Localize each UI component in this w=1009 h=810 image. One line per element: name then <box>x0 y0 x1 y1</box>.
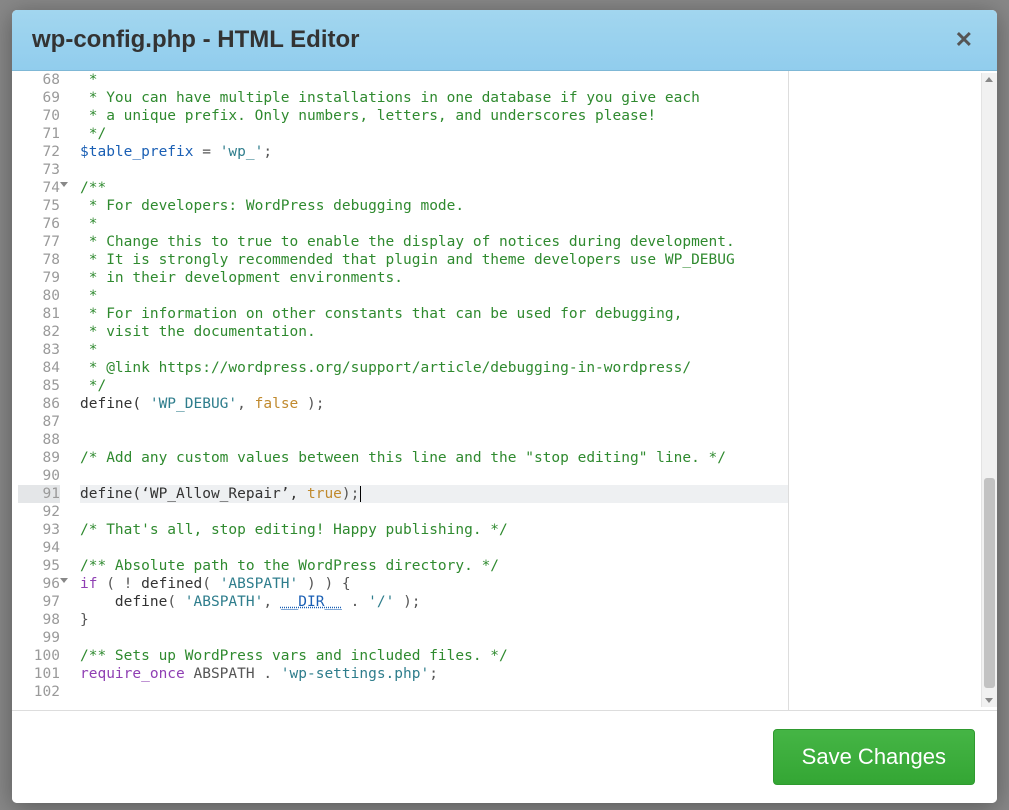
line-number: 72 <box>18 143 60 161</box>
line-number: 68 <box>18 71 60 89</box>
code-line[interactable]: * <box>80 71 788 89</box>
scroll-up-icon[interactable] <box>985 77 993 82</box>
editor-body: 6869707172737475767778798081828384858687… <box>12 71 997 710</box>
line-number: 97 <box>18 593 60 611</box>
line-number: 99 <box>18 629 60 647</box>
line-number: 85 <box>18 377 60 395</box>
code-line[interactable] <box>80 413 788 431</box>
code-line[interactable] <box>80 503 788 521</box>
code-line[interactable]: * <box>80 341 788 359</box>
code-line[interactable]: * It is strongly recommended that plugin… <box>80 251 788 269</box>
line-number: 94 <box>18 539 60 557</box>
close-icon[interactable]: ✕ <box>951 29 977 51</box>
line-number: 100 <box>18 647 60 665</box>
code-line[interactable] <box>80 161 788 179</box>
code-line[interactable]: * visit the documentation. <box>80 323 788 341</box>
line-number: 92 <box>18 503 60 521</box>
line-number: 90 <box>18 467 60 485</box>
line-number: 91 <box>18 485 60 503</box>
text-cursor <box>360 486 361 502</box>
window-title: wp-config.php - HTML Editor <box>32 26 360 54</box>
line-number: 79 <box>18 269 60 287</box>
line-number: 71 <box>18 125 60 143</box>
code-line[interactable]: /* That's all, stop editing! Happy publi… <box>80 521 788 539</box>
code-line[interactable]: * For developers: WordPress debugging mo… <box>80 197 788 215</box>
code-line[interactable]: $table_prefix = 'wp_'; <box>80 143 788 161</box>
code-line[interactable]: define(‘WP_Allow_Repair’, true); <box>80 485 788 503</box>
editor-modal: wp-config.php - HTML Editor ✕ 6869707172… <box>12 10 997 803</box>
code-line[interactable]: * Change this to true to enable the disp… <box>80 233 788 251</box>
line-number: 86 <box>18 395 60 413</box>
line-number: 75 <box>18 197 60 215</box>
code-line[interactable]: /** Sets up WordPress vars and included … <box>80 647 788 665</box>
line-number: 88 <box>18 431 60 449</box>
code-line[interactable] <box>80 683 788 701</box>
code-line[interactable]: * in their development environments. <box>80 269 788 287</box>
line-number: 69 <box>18 89 60 107</box>
scroll-thumb[interactable] <box>984 478 995 688</box>
code-line[interactable] <box>80 431 788 449</box>
line-number: 80 <box>18 287 60 305</box>
line-number: 83 <box>18 341 60 359</box>
code-line[interactable] <box>80 467 788 485</box>
line-number: 70 <box>18 107 60 125</box>
save-button[interactable]: Save Changes <box>773 729 975 785</box>
line-number: 74 <box>18 179 60 197</box>
code-editor[interactable]: 6869707172737475767778798081828384858687… <box>12 71 789 710</box>
line-number: 87 <box>18 413 60 431</box>
line-number: 76 <box>18 215 60 233</box>
line-number: 95 <box>18 557 60 575</box>
code-line[interactable]: /** Absolute path to the WordPress direc… <box>80 557 788 575</box>
line-number: 73 <box>18 161 60 179</box>
code-line[interactable]: /** <box>80 179 788 197</box>
scroll-down-icon[interactable] <box>985 698 993 703</box>
line-number: 78 <box>18 251 60 269</box>
code-line[interactable] <box>80 539 788 557</box>
code-line[interactable]: */ <box>80 125 788 143</box>
line-number: 101 <box>18 665 60 683</box>
code-line[interactable]: define( 'WP_DEBUG', false ); <box>80 395 788 413</box>
code-line[interactable]: * a unique prefix. Only numbers, letters… <box>80 107 788 125</box>
code-line[interactable]: * For information on other constants tha… <box>80 305 788 323</box>
code-line[interactable]: require_once ABSPATH . 'wp-settings.php'… <box>80 665 788 683</box>
code-line[interactable]: * You can have multiple installations in… <box>80 89 788 107</box>
code-line[interactable] <box>80 629 788 647</box>
fold-toggle-icon[interactable] <box>60 182 68 187</box>
line-gutter: 6869707172737475767778798081828384858687… <box>12 71 70 710</box>
footer: Save Changes <box>12 710 997 803</box>
code-line[interactable]: } <box>80 611 788 629</box>
vertical-scrollbar[interactable] <box>981 73 997 707</box>
code-line[interactable]: if ( ! defined( 'ABSPATH' ) ) { <box>80 575 788 593</box>
code-line[interactable]: define( 'ABSPATH', __DIR__ . '/' ); <box>80 593 788 611</box>
line-number: 96 <box>18 575 60 593</box>
code-line[interactable]: * <box>80 215 788 233</box>
code-content[interactable]: * * You can have multiple installations … <box>70 71 788 710</box>
line-number: 89 <box>18 449 60 467</box>
line-number: 77 <box>18 233 60 251</box>
line-number: 84 <box>18 359 60 377</box>
code-line[interactable]: * @link https://wordpress.org/support/ar… <box>80 359 788 377</box>
line-number: 82 <box>18 323 60 341</box>
code-line[interactable]: */ <box>80 377 788 395</box>
line-number: 93 <box>18 521 60 539</box>
code-line[interactable]: * <box>80 287 788 305</box>
line-number: 98 <box>18 611 60 629</box>
titlebar: wp-config.php - HTML Editor ✕ <box>12 10 997 71</box>
line-number: 81 <box>18 305 60 323</box>
fold-toggle-icon[interactable] <box>60 578 68 583</box>
line-number: 102 <box>18 683 60 701</box>
code-line[interactable]: /* Add any custom values between this li… <box>80 449 788 467</box>
